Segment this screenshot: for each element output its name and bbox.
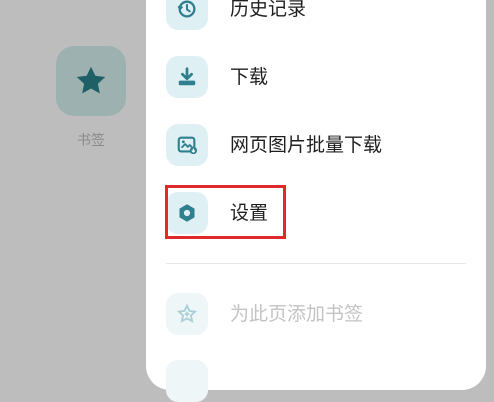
add-bookmark-icon xyxy=(176,303,198,323)
menu-item-label: 网页图片批量下载 xyxy=(230,134,383,156)
download-icon xyxy=(178,67,196,86)
menu-item-label: 历史记录 xyxy=(230,0,307,20)
menu-item-batch-image-download[interactable]: 网页图片批量下载 xyxy=(166,120,466,170)
menu-item-next-partial xyxy=(166,360,208,402)
menu-sheet: 历史记录 下载 网页图片批量下载 设置 为此页添加书签 xyxy=(146,0,486,402)
menu-item-settings[interactable]: 设置 xyxy=(166,188,466,238)
star-icon xyxy=(76,66,106,94)
menu-item-label: 为此页添加书签 xyxy=(230,303,364,325)
menu-item-label: 设置 xyxy=(230,202,269,224)
image-batch-download-icon xyxy=(177,136,198,155)
menu-divider xyxy=(166,263,466,264)
bookmarks-tile[interactable] xyxy=(56,46,126,116)
bookmarks-label: 书签 xyxy=(77,133,105,149)
menu-item-add-bookmark: 为此页添加书签 xyxy=(166,289,466,339)
menu-item-history[interactable]: 历史记录 xyxy=(166,0,466,34)
history-icon xyxy=(177,0,196,18)
menu-item-download[interactable]: 下载 xyxy=(166,52,466,102)
settings-icon xyxy=(179,204,195,222)
menu-item-label: 下载 xyxy=(230,66,269,88)
